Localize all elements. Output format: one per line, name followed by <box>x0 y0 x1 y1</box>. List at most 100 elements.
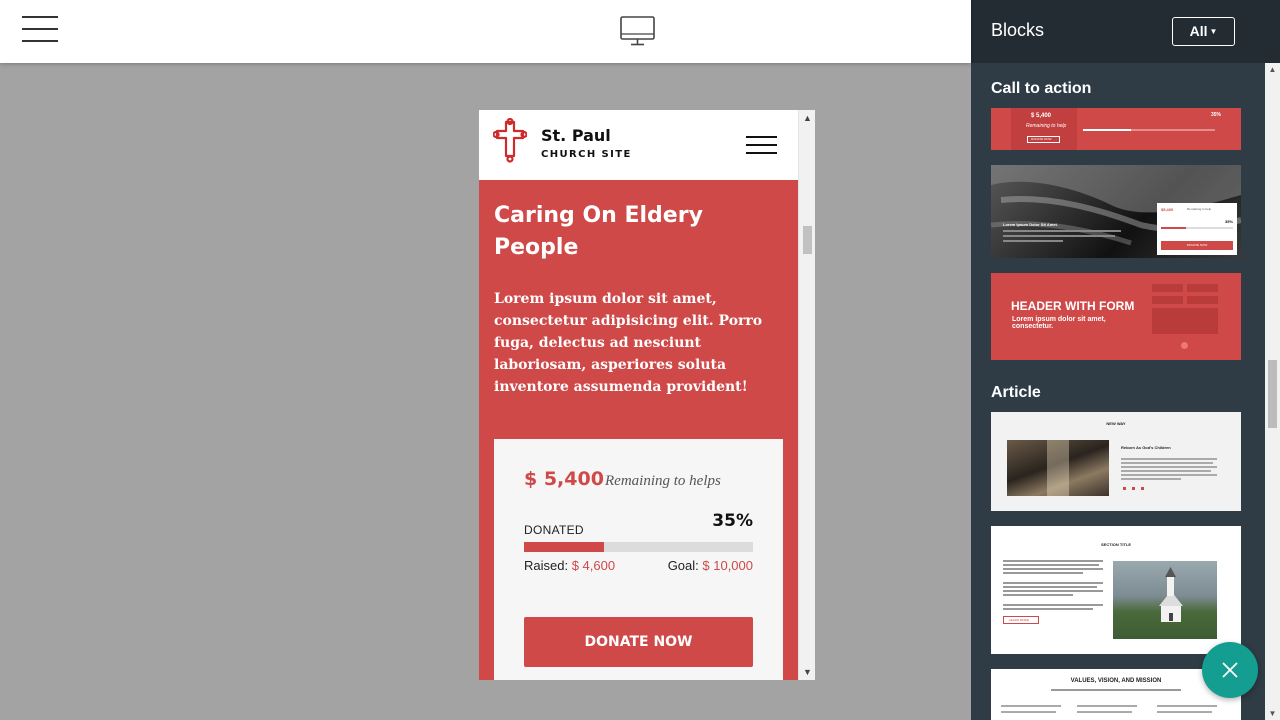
cta-progress-thumb[interactable]: $ 5,400 Remaining to help DONATE NOW 35% <box>991 108 1241 150</box>
caret-down-icon: ▼ <box>1209 27 1218 36</box>
thumb-bar <box>1161 227 1233 229</box>
thumb-text-line <box>1001 705 1061 707</box>
thumb-text-line <box>1121 466 1217 468</box>
thumb-text-line <box>1003 590 1103 592</box>
thumb-social-icon <box>1123 487 1126 490</box>
thumb-amount: $ 5,400 <box>1031 113 1052 119</box>
scrollbar-thumb[interactable] <box>803 226 812 254</box>
site-subtitle: CHURCH SITE <box>541 149 632 160</box>
thumb-text-line <box>1003 604 1103 606</box>
thumb-button: DONATE NOW <box>1161 241 1233 250</box>
donation-card: $ 5,400 Remaining to helps DONATED 35% R… <box>494 439 783 680</box>
section-label-article: Article <box>991 384 1041 401</box>
thumb-text-line <box>1003 560 1103 562</box>
thumb-social-icon <box>1132 487 1135 490</box>
thumb-remaining: Remaining to help <box>1187 207 1212 211</box>
thumb-church-photo <box>1113 561 1217 639</box>
blocks-filter-dropdown[interactable]: All ▼ <box>1172 17 1235 46</box>
cross-icon[interactable] <box>493 118 527 164</box>
mobile-preview: St. Paul CHURCH SITE Caring On Eldery Pe… <box>479 110 815 680</box>
desktop-monitor-icon[interactable] <box>618 14 658 48</box>
thumb-text-line <box>1121 470 1211 472</box>
hero-title: Caring On Eldery People <box>494 203 703 260</box>
thumb-cathedral-photo <box>1007 440 1109 496</box>
thumb-text-line <box>1157 711 1212 713</box>
scroll-down-arrow-icon[interactable]: ▼ <box>799 666 815 678</box>
thumb-form-field <box>1187 284 1218 292</box>
thumb-text-line <box>1003 564 1099 566</box>
sidebar-header: Blocks All ▼ <box>971 0 1280 63</box>
thumb-social-icon <box>1141 487 1144 490</box>
thumb-form-textarea <box>1152 308 1218 334</box>
close-fab-button[interactable] <box>1202 642 1258 698</box>
donated-label: DONATED <box>524 523 584 537</box>
thumb-subheading: Reborn As God's Children <box>1121 445 1171 450</box>
thumb-text-line <box>1003 586 1097 588</box>
thumb-send-icon <box>1181 342 1188 349</box>
thumb-text-line <box>1003 572 1083 574</box>
goal-value: $ 10,000 <box>702 558 753 573</box>
thumb-amount: $5,400 <box>1161 207 1174 212</box>
thumb-heading: Lorem Ipsum Dolor Sit Amet. <box>1003 222 1058 227</box>
thumb-text-line <box>1003 568 1103 570</box>
article-new-way-thumb[interactable]: NEW WAY Reborn As God's Children <box>991 412 1241 511</box>
thumb-text-line <box>1003 594 1073 596</box>
hero-text: Lorem ipsum dolor sit amet, consectetur … <box>494 291 763 395</box>
goal-label: Goal: <box>667 558 699 573</box>
thumb-subheading: Lorem ipsum dolor sit amet, consectetur. <box>1012 316 1106 330</box>
thumb-remaining: Remaining to help <box>1026 123 1067 129</box>
thumb-text-line <box>1003 235 1115 237</box>
thumb-percent: 35% <box>1225 219 1234 224</box>
close-icon <box>1222 662 1238 678</box>
thumb-button: LEARN MORE <box>1003 616 1039 624</box>
raised-amount: Raised: $ 4,600 <box>524 558 615 573</box>
goal-amount: Goal: $ 10,000 <box>668 558 753 573</box>
thumb-text-line <box>1003 582 1103 584</box>
header-with-form-thumb[interactable]: HEADER WITH FORM Lorem ipsum dolor sit a… <box>991 273 1241 360</box>
site-navbar: St. Paul CHURCH SITE <box>479 110 798 180</box>
thumb-heading: SECTION TITLE <box>1101 542 1131 547</box>
site-hamburger-menu-icon[interactable] <box>746 136 777 156</box>
scroll-up-arrow-icon[interactable]: ▲ <box>799 112 815 124</box>
donation-progress-fill <box>524 542 605 552</box>
thumb-heading: NEW WAY <box>1106 421 1126 426</box>
thumb-heading: HEADER WITH FORM <box>1011 299 1135 313</box>
preview-scrollbar[interactable]: ▲ ▼ <box>798 110 815 680</box>
preview-content: St. Paul CHURCH SITE Caring On Eldery Pe… <box>479 110 798 680</box>
thumb-text-line <box>1003 240 1063 242</box>
scroll-down-arrow-icon[interactable]: ▼ <box>1265 709 1280 718</box>
thumb-text-line <box>1157 705 1217 707</box>
sidebar-scrollbar-thumb[interactable] <box>1268 360 1277 428</box>
raised-label: Raised: <box>524 558 569 573</box>
thumb-button: DONATE NOW <box>1027 136 1060 143</box>
raised-value: $ 4,600 <box>571 558 616 573</box>
thumb-donation-card: $5,400 Remaining to help 35% DONATE NOW <box>1157 203 1237 255</box>
donated-percent: 35% <box>712 511 753 531</box>
donation-progress-bar <box>524 542 753 552</box>
thumb-form-field <box>1152 296 1183 304</box>
top-toolbar <box>0 0 971 63</box>
sidebar-title: Blocks <box>991 20 1045 40</box>
thumb-text-line <box>1121 474 1217 476</box>
blocks-sidebar: Blocks All ▼ Call to action $ 5,400 Remai… <box>971 0 1280 720</box>
sidebar-scrollbar[interactable]: ▲ ▼ <box>1265 63 1280 720</box>
hero-section: Caring On Eldery People Lorem ipsum dolo… <box>479 180 798 680</box>
thumb-progress-track <box>1131 129 1215 131</box>
thumb-form-field <box>1152 284 1183 292</box>
filter-label: All <box>1189 23 1208 39</box>
thumb-text-line <box>1003 230 1121 232</box>
donation-amount: $ 5,400 <box>524 468 604 490</box>
thumb-text-line <box>1121 478 1181 480</box>
thumb-progress <box>1083 129 1131 131</box>
section-label-call-to-action: Call to action <box>991 80 1092 97</box>
thumb-form-field <box>1187 296 1218 304</box>
donate-now-button[interactable]: DONATE NOW <box>524 617 753 667</box>
cta-hands-thumb[interactable]: Lorem Ipsum Dolor Sit Amet. $5,400 Remai… <box>991 165 1241 258</box>
thumb-text-line <box>1121 458 1217 460</box>
article-section-title-thumb[interactable]: SECTION TITLE LEARN MORE <box>991 526 1241 654</box>
site-name[interactable]: St. Paul <box>541 126 611 145</box>
remaining-label: Remaining to helps <box>605 473 721 489</box>
scroll-up-arrow-icon[interactable]: ▲ <box>1265 65 1280 74</box>
thumb-text-line <box>1121 462 1213 464</box>
hamburger-menu-icon[interactable] <box>22 16 58 44</box>
